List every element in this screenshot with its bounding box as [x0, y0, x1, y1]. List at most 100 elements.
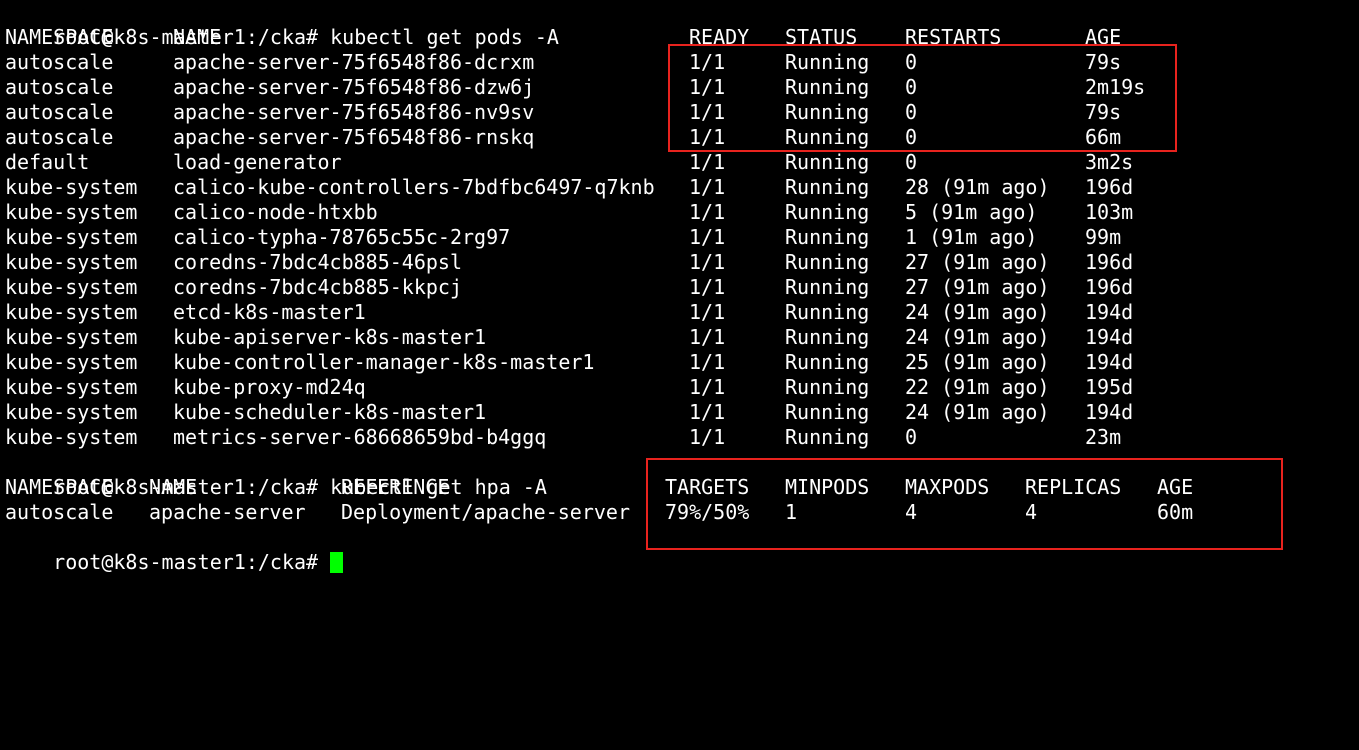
pod-namespace: kube-system	[5, 275, 138, 299]
pod-age: 194d	[1085, 300, 1134, 324]
pod-status: Running	[785, 350, 870, 374]
pod-restarts: 0	[905, 150, 918, 174]
table-row: kube-system coredns-7bdc4cb885-kkpcj 1/1…	[5, 275, 1133, 300]
pod-name: kube-proxy-md24q	[173, 375, 366, 399]
pod-name: calico-typha-78765c55c-2rg97	[173, 225, 511, 249]
pod-age: 196d	[1085, 175, 1134, 199]
pod-namespace: kube-system	[5, 325, 138, 349]
pod-name: apache-server-75f6548f86-dcrxm	[173, 50, 535, 74]
table-row: autoscale apache-server-75f6548f86-nv9sv…	[5, 100, 1121, 125]
pod-name: etcd-k8s-master1	[173, 300, 366, 324]
hpa-reference: Deployment/apache-server	[341, 500, 630, 524]
table-row: autoscale apache-server Deployment/apach…	[5, 500, 1193, 525]
pods-header-row: NAMESPACE NAME READY STATUS RESTARTS AGE	[5, 25, 1121, 50]
pod-status: Running	[785, 325, 870, 349]
pod-age: 99m	[1085, 225, 1122, 249]
pod-namespace: kube-system	[5, 425, 138, 449]
pod-status: Running	[785, 375, 870, 399]
table-row: autoscale apache-server-75f6548f86-dcrxm…	[5, 50, 1121, 75]
pod-restarts: 27 (91m ago)	[905, 275, 1050, 299]
pod-age: 194d	[1085, 400, 1134, 424]
hpa-namespace: autoscale	[5, 500, 114, 524]
pods-header-name: NAME	[173, 25, 222, 49]
table-row: kube-system kube-controller-manager-k8s-…	[5, 350, 1133, 375]
table-row: kube-system coredns-7bdc4cb885-46psl 1/1…	[5, 250, 1133, 275]
pod-ready: 1/1	[689, 225, 726, 249]
hpa-header-namespace: NAMESPACE	[5, 475, 114, 499]
pod-name: calico-node-htxbb	[173, 200, 378, 224]
prompt-text: root@k8s-master1:/cka#	[53, 550, 319, 574]
pod-namespace: kube-system	[5, 350, 138, 374]
hpa-header-reference: REFERENCE	[341, 475, 450, 499]
pod-age: 194d	[1085, 325, 1134, 349]
pod-ready: 1/1	[689, 375, 726, 399]
pod-name: apache-server-75f6548f86-dzw6j	[173, 75, 535, 99]
terminal-window[interactable]: root@k8s-master1:/cka# kubectl get pods …	[0, 0, 1359, 574]
table-row: kube-system kube-proxy-md24q 1/1 Running…	[5, 375, 1133, 400]
pod-status: Running	[785, 400, 870, 424]
pod-age: 23m	[1085, 425, 1122, 449]
pod-name: load-generator	[173, 150, 342, 174]
pod-namespace: kube-system	[5, 375, 138, 399]
pod-status: Running	[785, 250, 870, 274]
table-row: kube-system calico-node-htxbb 1/1 Runnin…	[5, 200, 1133, 225]
pod-age: 196d	[1085, 275, 1134, 299]
pod-restarts: 0	[905, 425, 918, 449]
pod-name: apache-server-75f6548f86-nv9sv	[173, 100, 535, 124]
hpa-header-name: NAME	[149, 475, 198, 499]
pod-namespace: autoscale	[5, 50, 114, 74]
table-row: autoscale apache-server-75f6548f86-dzw6j…	[5, 75, 1145, 100]
pod-namespace: autoscale	[5, 75, 114, 99]
pod-status: Running	[785, 175, 870, 199]
pod-age: 196d	[1085, 250, 1134, 274]
pod-age: 194d	[1085, 350, 1134, 374]
pod-ready: 1/1	[689, 400, 726, 424]
pod-name: apache-server-75f6548f86-rnskq	[173, 125, 535, 149]
pod-restarts: 24 (91m ago)	[905, 325, 1050, 349]
pod-name: metrics-server-68668659bd-b4ggq	[173, 425, 547, 449]
pod-age: 3m2s	[1085, 150, 1134, 174]
hpa-name: apache-server	[149, 500, 306, 524]
prompt-line-current[interactable]: root@k8s-master1:/cka#	[5, 525, 344, 574]
pod-namespace: kube-system	[5, 200, 138, 224]
pod-ready: 1/1	[689, 250, 726, 274]
prompt-line-pods: root@k8s-master1:/cka# kubectl get pods …	[5, 0, 559, 49]
pod-restarts: 1 (91m ago)	[905, 225, 1038, 249]
pod-namespace: autoscale	[5, 100, 114, 124]
pod-name: kube-apiserver-k8s-master1	[173, 325, 487, 349]
prompt-line-hpa: root@k8s-master1:/cka# kubectl get hpa -…	[5, 450, 547, 499]
pod-status: Running	[785, 300, 870, 324]
table-row: kube-system calico-typha-78765c55c-2rg97…	[5, 225, 1121, 250]
pod-ready: 1/1	[689, 325, 726, 349]
pod-ready: 1/1	[689, 275, 726, 299]
hpa-header-row: NAMESPACE NAME REFERENCE TARGETS MINPODS…	[5, 475, 1193, 500]
pod-namespace: autoscale	[5, 125, 114, 149]
command-text: kubectl get pods -A	[330, 25, 559, 49]
table-row: kube-system kube-scheduler-k8s-master1 1…	[5, 400, 1133, 425]
pod-namespace: default	[5, 150, 90, 174]
pod-name: kube-controller-manager-k8s-master1	[173, 350, 595, 374]
pod-age: 195d	[1085, 375, 1134, 399]
pod-restarts: 28 (91m ago)	[905, 175, 1050, 199]
pod-name: coredns-7bdc4cb885-kkpcj	[173, 275, 462, 299]
pod-namespace: kube-system	[5, 400, 138, 424]
pod-age: 103m	[1085, 200, 1134, 224]
pod-ready: 1/1	[689, 200, 726, 224]
pod-ready: 1/1	[689, 150, 726, 174]
table-row: kube-system kube-apiserver-k8s-master1 1…	[5, 325, 1133, 350]
pod-namespace: kube-system	[5, 225, 138, 249]
pods-header-namespace: NAMESPACE	[5, 25, 114, 49]
pod-status: Running	[785, 225, 870, 249]
pod-status: Running	[785, 425, 870, 449]
pod-restarts: 5 (91m ago)	[905, 200, 1038, 224]
pod-restarts: 27 (91m ago)	[905, 250, 1050, 274]
pod-restarts: 24 (91m ago)	[905, 300, 1050, 324]
pod-restarts: 24 (91m ago)	[905, 400, 1050, 424]
pod-restarts: 25 (91m ago)	[905, 350, 1050, 374]
pod-status: Running	[785, 200, 870, 224]
pod-status: Running	[785, 275, 870, 299]
pod-name: kube-scheduler-k8s-master1	[173, 400, 487, 424]
pod-namespace: kube-system	[5, 300, 138, 324]
highlight-box-pods	[668, 44, 1177, 152]
table-row: default load-generator 1/1 Running 0 3m2…	[5, 150, 1133, 175]
